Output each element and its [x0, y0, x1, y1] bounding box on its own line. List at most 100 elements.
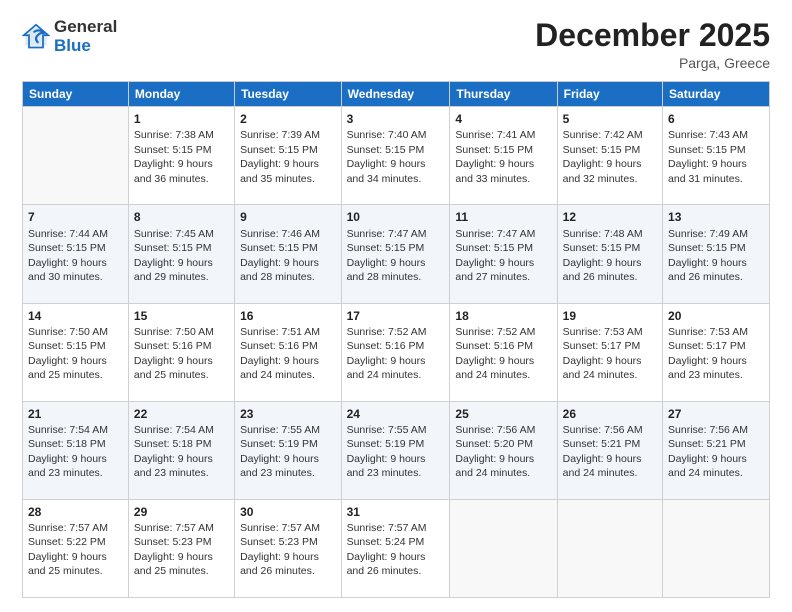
calendar-cell: 17Sunrise: 7:52 AM Sunset: 5:16 PM Dayli…: [341, 303, 450, 401]
day-info: Sunrise: 7:45 AM Sunset: 5:15 PM Dayligh…: [134, 227, 229, 285]
calendar-cell: 11Sunrise: 7:47 AM Sunset: 5:15 PM Dayli…: [450, 205, 557, 303]
calendar-cell: 16Sunrise: 7:51 AM Sunset: 5:16 PM Dayli…: [235, 303, 341, 401]
day-info: Sunrise: 7:55 AM Sunset: 5:19 PM Dayligh…: [347, 423, 445, 481]
day-info: Sunrise: 7:57 AM Sunset: 5:24 PM Dayligh…: [347, 521, 445, 579]
day-number: 2: [240, 111, 335, 127]
calendar-cell: 22Sunrise: 7:54 AM Sunset: 5:18 PM Dayli…: [128, 401, 234, 499]
day-number: 18: [455, 308, 551, 324]
day-number: 20: [668, 308, 764, 324]
calendar-header-friday: Friday: [557, 82, 662, 107]
calendar-cell: 9 Sunrise: 7:46 AM Sunset: 5:15 PM Daylig…: [235, 205, 341, 303]
day-number: 14: [28, 308, 123, 324]
day-number: 16: [240, 308, 335, 324]
calendar-cell: 23Sunrise: 7:55 AM Sunset: 5:19 PM Dayli…: [235, 401, 341, 499]
day-number: 4: [455, 111, 551, 127]
calendar-cell: 3Sunrise: 7:40 AM Sunset: 5:15 PM Daylig…: [341, 107, 450, 205]
day-info: Sunrise: 7:54 AM Sunset: 5:18 PM Dayligh…: [28, 423, 123, 481]
day-info: Sunrise: 7:39 AM Sunset: 5:15 PM Dayligh…: [240, 128, 335, 186]
day-number: 7: [28, 209, 123, 225]
calendar-week-4: 21Sunrise: 7:54 AM Sunset: 5:18 PM Dayli…: [23, 401, 770, 499]
day-info: Sunrise: 7:40 AM Sunset: 5:15 PM Dayligh…: [347, 128, 445, 186]
day-number: 5: [563, 111, 657, 127]
day-number: 31: [347, 504, 445, 520]
day-number: 19: [563, 308, 657, 324]
calendar-week-1: 1Sunrise: 7:38 AM Sunset: 5:15 PM Daylig…: [23, 107, 770, 205]
calendar-cell: 29Sunrise: 7:57 AM Sunset: 5:23 PM Dayli…: [128, 499, 234, 597]
logo: General Blue: [22, 18, 117, 55]
day-info: Sunrise: 7:42 AM Sunset: 5:15 PM Dayligh…: [563, 128, 657, 186]
day-info: Sunrise: 7:57 AM Sunset: 5:23 PM Dayligh…: [134, 521, 229, 579]
day-info: Sunrise: 7:44 AM Sunset: 5:15 PM Dayligh…: [28, 227, 123, 285]
day-info: Sunrise: 7:43 AM Sunset: 5:15 PM Dayligh…: [668, 128, 764, 186]
day-info: Sunrise: 7:54 AM Sunset: 5:18 PM Dayligh…: [134, 423, 229, 481]
day-number: 10: [347, 209, 445, 225]
day-info: Sunrise: 7:41 AM Sunset: 5:15 PM Dayligh…: [455, 128, 551, 186]
logo-text: General Blue: [54, 18, 117, 55]
logo-general: General: [54, 18, 117, 37]
day-number: 6: [668, 111, 764, 127]
day-info: Sunrise: 7:52 AM Sunset: 5:16 PM Dayligh…: [347, 325, 445, 383]
calendar-cell: 10 Sunrise: 7:47 AM Sunset: 5:15 PM Dayli…: [341, 205, 450, 303]
calendar-cell: 14Sunrise: 7:50 AM Sunset: 5:15 PM Dayli…: [23, 303, 129, 401]
day-number: 9: [240, 209, 335, 225]
calendar-header-saturday: Saturday: [663, 82, 770, 107]
calendar-cell: [23, 107, 129, 205]
day-info: Sunrise: 7:53 AM Sunset: 5:17 PM Dayligh…: [563, 325, 657, 383]
calendar-cell: [450, 499, 557, 597]
day-number: 1: [134, 111, 229, 127]
calendar-week-2: 7 Sunrise: 7:44 AM Sunset: 5:15 PM Daylig…: [23, 205, 770, 303]
day-number: 3: [347, 111, 445, 127]
day-number: 22: [134, 406, 229, 422]
month-title: December 2025: [535, 18, 770, 53]
day-number: 15: [134, 308, 229, 324]
calendar-header-sunday: Sunday: [23, 82, 129, 107]
day-number: 13: [668, 209, 764, 225]
calendar-cell: 7 Sunrise: 7:44 AM Sunset: 5:15 PM Daylig…: [23, 205, 129, 303]
day-info: Sunrise: 7:55 AM Sunset: 5:19 PM Dayligh…: [240, 423, 335, 481]
calendar-cell: 25Sunrise: 7:56 AM Sunset: 5:20 PM Dayli…: [450, 401, 557, 499]
calendar-cell: 13Sunrise: 7:49 AM Sunset: 5:15 PM Dayli…: [663, 205, 770, 303]
calendar-cell: 5Sunrise: 7:42 AM Sunset: 5:15 PM Daylig…: [557, 107, 662, 205]
calendar-cell: [557, 499, 662, 597]
day-info: Sunrise: 7:38 AM Sunset: 5:15 PM Dayligh…: [134, 128, 229, 186]
day-number: 29: [134, 504, 229, 520]
day-info: Sunrise: 7:51 AM Sunset: 5:16 PM Dayligh…: [240, 325, 335, 383]
day-info: Sunrise: 7:56 AM Sunset: 5:21 PM Dayligh…: [563, 423, 657, 481]
calendar-cell: 20Sunrise: 7:53 AM Sunset: 5:17 PM Dayli…: [663, 303, 770, 401]
calendar-cell: 12Sunrise: 7:48 AM Sunset: 5:15 PM Dayli…: [557, 205, 662, 303]
subtitle: Parga, Greece: [535, 55, 770, 71]
page: General Blue December 2025 Parga, Greece…: [0, 0, 792, 612]
day-number: 17: [347, 308, 445, 324]
calendar-cell: 6Sunrise: 7:43 AM Sunset: 5:15 PM Daylig…: [663, 107, 770, 205]
day-info: Sunrise: 7:50 AM Sunset: 5:16 PM Dayligh…: [134, 325, 229, 383]
calendar-table: SundayMondayTuesdayWednesdayThursdayFrid…: [22, 81, 770, 598]
day-number: 28: [28, 504, 123, 520]
calendar-week-5: 28Sunrise: 7:57 AM Sunset: 5:22 PM Dayli…: [23, 499, 770, 597]
day-number: 25: [455, 406, 551, 422]
day-number: 23: [240, 406, 335, 422]
calendar-cell: 8 Sunrise: 7:45 AM Sunset: 5:15 PM Daylig…: [128, 205, 234, 303]
day-info: Sunrise: 7:56 AM Sunset: 5:20 PM Dayligh…: [455, 423, 551, 481]
calendar-cell: 4Sunrise: 7:41 AM Sunset: 5:15 PM Daylig…: [450, 107, 557, 205]
calendar-cell: 31Sunrise: 7:57 AM Sunset: 5:24 PM Dayli…: [341, 499, 450, 597]
day-info: Sunrise: 7:52 AM Sunset: 5:16 PM Dayligh…: [455, 325, 551, 383]
logo-blue: Blue: [54, 37, 117, 56]
day-info: Sunrise: 7:57 AM Sunset: 5:23 PM Dayligh…: [240, 521, 335, 579]
day-info: Sunrise: 7:46 AM Sunset: 5:15 PM Dayligh…: [240, 227, 335, 285]
day-info: Sunrise: 7:47 AM Sunset: 5:15 PM Dayligh…: [455, 227, 551, 285]
calendar-cell: 24Sunrise: 7:55 AM Sunset: 5:19 PM Dayli…: [341, 401, 450, 499]
calendar-week-3: 14Sunrise: 7:50 AM Sunset: 5:15 PM Dayli…: [23, 303, 770, 401]
title-block: December 2025 Parga, Greece: [535, 18, 770, 71]
day-info: Sunrise: 7:48 AM Sunset: 5:15 PM Dayligh…: [563, 227, 657, 285]
day-info: Sunrise: 7:47 AM Sunset: 5:15 PM Dayligh…: [347, 227, 445, 285]
day-number: 21: [28, 406, 123, 422]
calendar-cell: 27Sunrise: 7:56 AM Sunset: 5:21 PM Dayli…: [663, 401, 770, 499]
day-number: 26: [563, 406, 657, 422]
calendar-header-tuesday: Tuesday: [235, 82, 341, 107]
day-number: 8: [134, 209, 229, 225]
calendar-cell: 18Sunrise: 7:52 AM Sunset: 5:16 PM Dayli…: [450, 303, 557, 401]
calendar-header-monday: Monday: [128, 82, 234, 107]
day-info: Sunrise: 7:56 AM Sunset: 5:21 PM Dayligh…: [668, 423, 764, 481]
calendar-cell: [663, 499, 770, 597]
calendar-header-wednesday: Wednesday: [341, 82, 450, 107]
